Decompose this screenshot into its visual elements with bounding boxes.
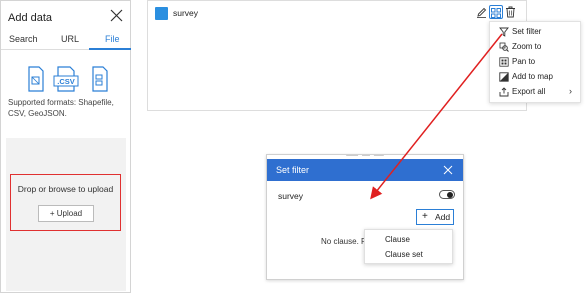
tab-file[interactable]: File xyxy=(105,34,120,44)
shapefile-icon xyxy=(28,66,44,92)
zoom-to-icon xyxy=(499,42,509,52)
menu-item-clause-set[interactable]: Clause set xyxy=(365,247,454,263)
filter-icon xyxy=(499,27,509,37)
menu-item-add-to-map[interactable]: Add to map xyxy=(490,70,582,85)
menu-item-label: Clause xyxy=(385,235,410,244)
more-actions-button[interactable] xyxy=(489,5,503,19)
filter-layer-name: survey xyxy=(278,191,304,201)
menu-item-label: Clause set xyxy=(385,250,423,259)
add-clause-button[interactable]: + Add xyxy=(416,209,454,225)
upload-label: Upload xyxy=(56,209,83,218)
plus-icon: + xyxy=(49,209,57,218)
layer-list-panel xyxy=(147,0,527,111)
layer-icon xyxy=(155,7,168,20)
close-icon[interactable] xyxy=(110,9,123,22)
export-icon xyxy=(499,87,509,97)
csv-icon: .CSV xyxy=(53,66,79,92)
edit-icon[interactable] xyxy=(476,7,487,18)
csv-label: .CSV xyxy=(57,77,75,86)
add-data-header: Add data xyxy=(1,1,130,31)
pan-to-icon xyxy=(499,57,509,67)
plus-icon: + xyxy=(422,211,428,222)
drag-handle-icon[interactable] xyxy=(267,154,463,157)
menu-item-label: Add to map xyxy=(512,72,553,81)
add-dropdown-menu: Clause Clause set xyxy=(364,229,453,264)
trash-icon[interactable] xyxy=(505,6,516,18)
layer-name[interactable]: survey xyxy=(173,8,198,18)
add-data-panel: Add data Search URL File .CSV Supported … xyxy=(0,0,131,293)
empty-state-text: No clause. Pl xyxy=(321,237,369,246)
tab-search[interactable]: Search xyxy=(9,34,38,44)
menu-item-zoom-to[interactable]: Zoom to xyxy=(490,40,582,55)
drop-instructions: Drop or browse to upload xyxy=(17,184,114,194)
menu-item-label: Pan to xyxy=(512,57,536,66)
menu-item-clause[interactable]: Clause xyxy=(365,232,454,248)
grid-icon xyxy=(491,8,501,18)
toggle-knob xyxy=(447,192,453,198)
dialog-header: Set filter xyxy=(267,159,463,181)
close-icon[interactable] xyxy=(443,165,453,175)
filter-toggle[interactable] xyxy=(439,190,455,199)
add-to-map-icon xyxy=(499,72,509,82)
drop-zone-highlight xyxy=(10,174,121,231)
dialog-title: Set filter xyxy=(276,165,310,175)
menu-item-pan-to[interactable]: Pan to xyxy=(490,55,582,70)
menu-item-label: Export all xyxy=(512,87,546,96)
layer-context-menu: Set filter Zoom to Pan to Add to map Exp… xyxy=(489,21,581,103)
tab-active-indicator xyxy=(89,48,131,50)
menu-item-set-filter[interactable]: Set filter xyxy=(490,25,582,40)
menu-item-label: Set filter xyxy=(512,27,542,36)
add-button-label: Add xyxy=(435,212,451,222)
menu-item-export-all[interactable]: Export all › xyxy=(490,85,582,100)
tab-url[interactable]: URL xyxy=(61,34,79,44)
add-data-title: Add data xyxy=(8,12,53,24)
geojson-icon xyxy=(92,66,108,92)
menu-item-label: Zoom to xyxy=(512,42,542,51)
supported-formats-text: Supported formats: Shapefile, CSV, GeoJS… xyxy=(8,98,114,118)
chevron-right-icon: › xyxy=(569,86,572,96)
file-type-icons: .CSV xyxy=(28,66,108,92)
upload-button[interactable]: + Upload xyxy=(38,205,94,222)
